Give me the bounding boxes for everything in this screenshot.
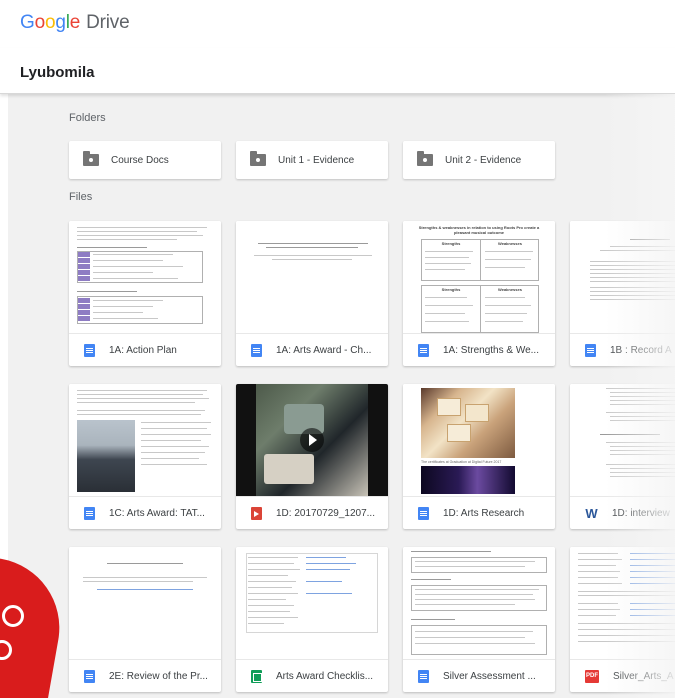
file-card-footer: PDF Silver_Arts_A bbox=[570, 660, 675, 692]
file-card[interactable]: 2E: Review of the Pr... bbox=[69, 547, 221, 692]
folder-shared-icon bbox=[417, 151, 433, 166]
play-icon[interactable] bbox=[300, 428, 324, 452]
logo-letter: e bbox=[69, 12, 81, 33]
file-name: 1A: Strengths & We... bbox=[443, 344, 539, 356]
google-docs-icon bbox=[418, 506, 429, 520]
file-card[interactable]: 1A: Action Plan bbox=[69, 221, 221, 366]
file-card-footer: 1A: Action Plan bbox=[69, 334, 221, 366]
file-name: Silver_Arts_A bbox=[613, 670, 674, 682]
file-card[interactable]: W 1D: interview bbox=[570, 384, 675, 529]
google-docs-icon bbox=[418, 669, 429, 683]
file-thumbnail bbox=[69, 384, 221, 497]
logo-letter: o bbox=[44, 12, 56, 33]
file-card-footer: 1D: Arts Research bbox=[403, 497, 555, 529]
file-name: 1C: Arts Award: TAT... bbox=[109, 507, 205, 519]
file-thumbnail bbox=[570, 221, 675, 334]
file-name: 1B : Record A bbox=[610, 344, 672, 356]
badge-ring-icon bbox=[2, 605, 24, 627]
file-card-footer: 2E: Review of the Pr... bbox=[69, 660, 221, 692]
google-docs-icon bbox=[585, 343, 596, 357]
file-name: 2E: Review of the Pr... bbox=[109, 670, 208, 682]
file-name: 1A: Action Plan bbox=[109, 344, 177, 356]
pdf-file-icon: PDF bbox=[585, 669, 599, 683]
folder-shared-icon bbox=[250, 151, 266, 166]
folder-course-docs[interactable]: Course Docs bbox=[69, 141, 221, 179]
google-docs-icon bbox=[84, 669, 95, 683]
file-name: 1A: Arts Award - Ch... bbox=[276, 344, 372, 356]
file-card[interactable]: 1A: Arts Award - Ch... bbox=[236, 221, 388, 366]
logo-letter: G bbox=[20, 12, 35, 33]
google-drive-logo[interactable]: Google Drive bbox=[20, 12, 130, 34]
google-docs-icon bbox=[84, 343, 95, 357]
logo-letter: o bbox=[34, 12, 46, 33]
folders-section-label: Folders bbox=[69, 112, 106, 124]
word-file-icon: W bbox=[585, 505, 598, 521]
video-file-icon bbox=[251, 506, 262, 520]
file-card[interactable]: The certificates at Graduation at Digita… bbox=[403, 384, 555, 529]
file-card[interactable]: 1C: Arts Award: TAT... bbox=[69, 384, 221, 529]
file-card-footer: 1A: Arts Award - Ch... bbox=[236, 334, 388, 366]
file-card-footer: 1C: Arts Award: TAT... bbox=[69, 497, 221, 529]
file-thumbnail: Strengths & weaknesses in relation to us… bbox=[403, 221, 555, 334]
file-thumbnail: The certificates at Graduation at Digita… bbox=[403, 384, 555, 497]
file-card[interactable]: Arts Award Checklis... bbox=[236, 547, 388, 692]
file-thumbnail bbox=[403, 547, 555, 660]
thumbnail-caption: The certificates at Graduation at Digita… bbox=[421, 460, 502, 464]
file-card[interactable]: Silver Assessment ... bbox=[403, 547, 555, 692]
file-thumbnail bbox=[236, 221, 388, 334]
folder-label: Unit 2 - Evidence bbox=[445, 154, 522, 166]
file-name: 1D: 20170729_1207... bbox=[276, 507, 375, 519]
thumbnail-title: Strengths & weaknesses in relation to us… bbox=[418, 225, 540, 235]
folder-shared-icon bbox=[83, 151, 99, 166]
thumbnail-column-label: Weaknesses bbox=[498, 241, 522, 246]
file-card-footer: Arts Award Checklis... bbox=[236, 660, 388, 692]
file-thumbnail bbox=[69, 547, 221, 660]
thumbnail-column-label: Weaknesses bbox=[498, 287, 522, 292]
file-name: 1D: interview bbox=[612, 507, 670, 519]
file-thumbnail bbox=[570, 384, 675, 497]
files-section-label: Files bbox=[69, 191, 93, 203]
file-name: Silver Assessment ... bbox=[443, 670, 536, 682]
file-card[interactable]: 1D: 20170729_1207... bbox=[236, 384, 388, 529]
google-docs-icon bbox=[418, 343, 429, 357]
google-sheets-icon bbox=[251, 669, 262, 683]
google-docs-icon bbox=[84, 506, 95, 520]
folder-label: Course Docs bbox=[111, 154, 169, 166]
video-thumbnail bbox=[236, 384, 388, 497]
drive-content-area: Folders Course Docs Unit 1 - Evidence Un… bbox=[8, 94, 675, 698]
file-name: Arts Award Checklis... bbox=[276, 670, 374, 682]
file-name: 1D: Arts Research bbox=[443, 507, 525, 519]
file-card-footer: Silver Assessment ... bbox=[403, 660, 555, 692]
file-thumbnail bbox=[69, 221, 221, 334]
file-card[interactable]: PDF Silver_Arts_A bbox=[570, 547, 675, 692]
folder-owner-bar: Lyubomila bbox=[0, 48, 675, 94]
thumbnail-column-label: Strengths bbox=[441, 241, 461, 246]
logo-letter: g bbox=[55, 12, 66, 33]
file-card-footer: 1A: Strengths & We... bbox=[403, 334, 555, 366]
thumbnail-column-label: Strengths bbox=[441, 287, 461, 292]
file-thumbnail bbox=[570, 547, 675, 660]
file-card-footer: 1B : Record A bbox=[570, 334, 675, 366]
file-card[interactable]: 1B : Record A bbox=[570, 221, 675, 366]
top-bar: Google Drive bbox=[0, 0, 675, 48]
file-card-footer: 1D: 20170729_1207... bbox=[236, 497, 388, 529]
folder-label: Unit 1 - Evidence bbox=[278, 154, 355, 166]
google-docs-icon bbox=[251, 343, 262, 357]
folder-unit-1-evidence[interactable]: Unit 1 - Evidence bbox=[236, 141, 388, 179]
file-thumbnail bbox=[236, 547, 388, 660]
folder-unit-2-evidence[interactable]: Unit 2 - Evidence bbox=[403, 141, 555, 179]
file-card[interactable]: Strengths & weaknesses in relation to us… bbox=[403, 221, 555, 366]
logo-product-name: Drive bbox=[86, 12, 130, 33]
owner-name: Lyubomila bbox=[20, 64, 95, 81]
file-card-footer: W 1D: interview bbox=[570, 497, 675, 529]
